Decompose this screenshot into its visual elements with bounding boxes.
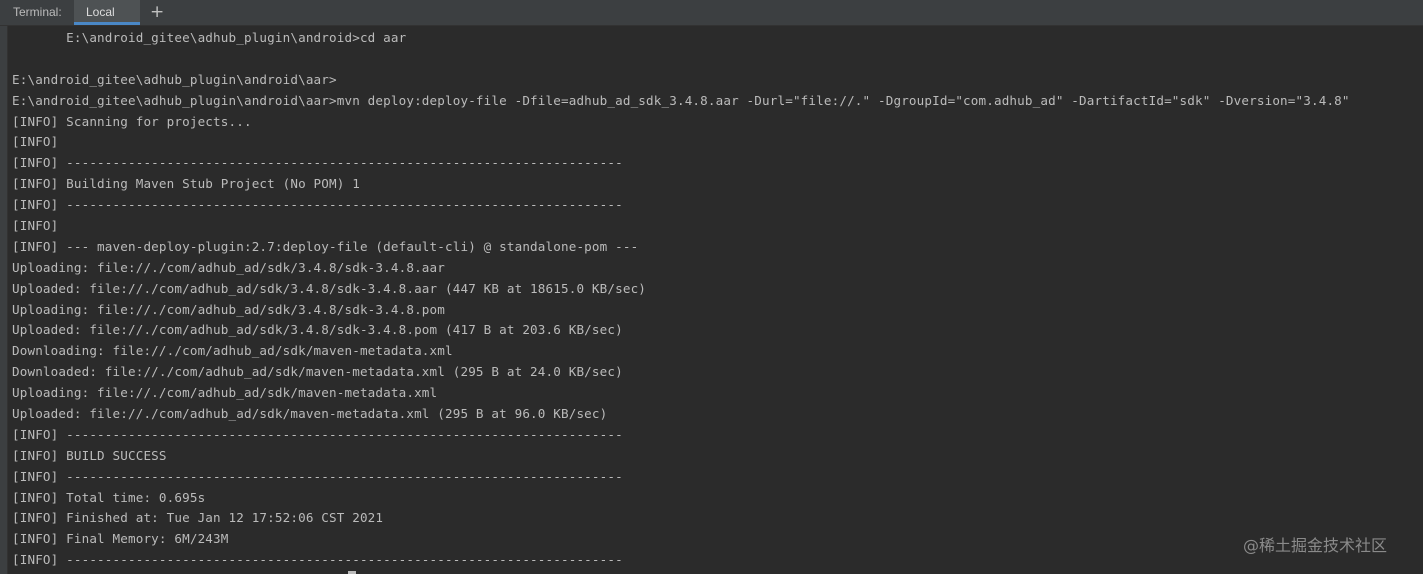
watermark: @稀土掘金技术社区 xyxy=(1243,536,1388,555)
terminal-line: [INFO] xyxy=(12,134,59,150)
terminal-line: [INFO] ---------------------------------… xyxy=(12,552,623,568)
terminal-tab-bar: Terminal: Local + xyxy=(0,0,1423,26)
terminal-line: [INFO] --- maven-deploy-plugin:2.7:deplo… xyxy=(12,238,639,254)
terminal-line: [INFO] BUILD SUCCESS xyxy=(12,447,167,463)
terminal-label: Terminal: xyxy=(13,5,62,19)
terminal-line: Uploading: file://./com/adhub_ad/sdk/3.4… xyxy=(12,259,445,275)
tab-local-label: Local xyxy=(86,5,115,19)
terminal-line: [INFO] Building Maven Stub Project (No P… xyxy=(12,176,360,192)
terminal-line: [INFO] ---------------------------------… xyxy=(12,197,623,213)
terminal-line: [INFO] Total time: 0.695s xyxy=(12,489,206,505)
add-tab-plus-icon[interactable]: + xyxy=(150,2,164,22)
terminal-line: [INFO] ---------------------------------… xyxy=(12,426,623,442)
terminal-line: E:\android_gitee\adhub_plugin\android\aa… xyxy=(12,92,1350,108)
terminal-line: Uploaded: file://./com/adhub_ad/sdk/3.4.… xyxy=(12,322,623,338)
tab-local[interactable]: Local xyxy=(74,0,140,25)
terminal-line: [INFO] Scanning for projects... xyxy=(12,113,252,129)
terminal-line: Downloaded: file://./com/adhub_ad/sdk/ma… xyxy=(12,364,623,380)
terminal-line: E:\android_gitee\adhub_plugin\android\aa… xyxy=(12,71,337,87)
active-tab-indicator xyxy=(74,22,140,25)
terminal-line: Uploading: file://./com/adhub_ad/sdk/mav… xyxy=(12,385,438,401)
terminal-line: [INFO] ---------------------------------… xyxy=(12,155,623,171)
terminal-line: E:\android_gitee\adhub_plugin\android>cd… xyxy=(12,30,407,45)
terminal-line: [INFO] ---------------------------------… xyxy=(12,468,623,484)
left-tool-strip xyxy=(0,26,8,574)
terminal-line: [INFO] xyxy=(12,218,59,234)
terminal-line: [INFO] Finished at: Tue Jan 12 17:52:06 … xyxy=(12,510,384,526)
terminal-line: [INFO] Final Memory: 6M/243M xyxy=(12,531,229,547)
terminal-line: Uploading: file://./com/adhub_ad/sdk/3.4… xyxy=(12,301,445,317)
terminal-line: Uploaded: file://./com/adhub_ad/sdk/mave… xyxy=(12,406,608,422)
terminal-line: Uploaded: file://./com/adhub_ad/sdk/3.4.… xyxy=(12,280,647,296)
terminal-output[interactable]: E:\android_gitee\adhub_plugin\android>cd… xyxy=(12,28,1412,574)
terminal-line: Downloading: file://./com/adhub_ad/sdk/m… xyxy=(12,343,453,359)
